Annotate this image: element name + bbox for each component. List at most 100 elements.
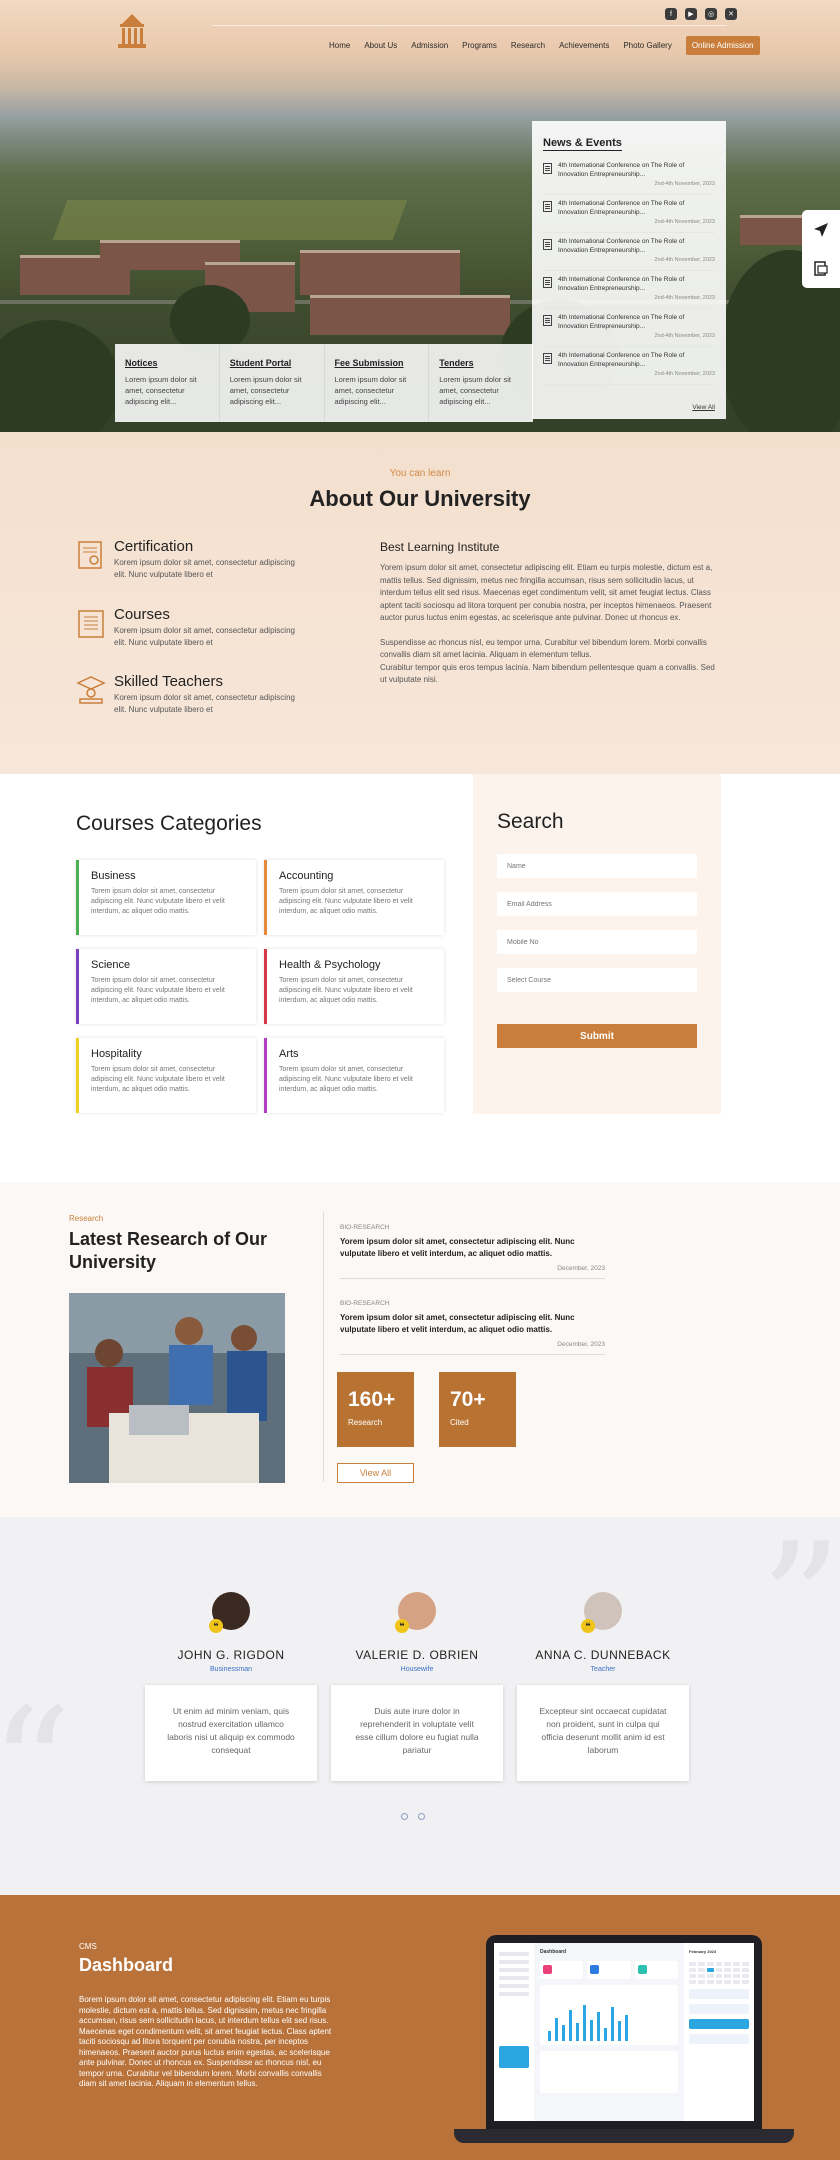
dashboard-screenshot: Dashboard February 2023 [494,1943,754,2121]
nav-achievements[interactable]: Achievements [559,41,609,50]
news-item[interactable]: 4th International Conference on The Role… [543,275,715,309]
quote-mark-icon: ” [760,1508,840,1695]
dashboard-title: Dashboard [79,1955,174,1975]
search-title: Search [497,810,564,833]
document-icon [543,277,552,288]
quick-link-tenders[interactable]: Tenders Lorem ipsum dolor sit amet, conse… [429,344,533,422]
name-input[interactable] [497,854,697,878]
course-card-accounting[interactable]: Accounting Torem ipsum dolor sit amet, co… [264,860,444,935]
mock-table [540,2051,678,2093]
nav-research[interactable]: Research [511,41,545,50]
book-icon [78,610,104,638]
floating-actions [802,210,840,288]
research-photo [69,1293,285,1483]
research-kicker: Research [69,1214,104,1223]
mock-sidebar [494,1943,534,2121]
document-icon [543,163,552,174]
nav-photo-gallery[interactable]: Photo Gallery [623,41,671,50]
carousel-dot[interactable] [401,1813,408,1820]
avatar: ❝ [395,1592,436,1633]
testimonial-card: ❝ VALERIE D. OBRIEN Housewife Duis aute … [331,1592,503,1781]
send-icon[interactable] [802,210,840,249]
feature-certification: Certification Korem ipsum dolor sit amet… [76,538,296,581]
facebook-icon[interactable]: f [665,8,677,20]
mock-bar-chart [540,1985,678,2045]
mock-main: Dashboard [534,1943,684,2121]
quote-badge-icon: ❝ [395,1619,409,1633]
research-article[interactable]: BIO-RESEARCH Yorem ipsum dolor sit amet,… [340,1224,605,1279]
youtube-icon[interactable]: ▶ [685,8,697,20]
certificate-icon [78,541,102,569]
mobile-input[interactable] [497,930,697,954]
teacher-icon [76,676,106,704]
mock-calendar-panel: February 2023 [684,1943,754,2121]
avatar: ❝ [581,1592,622,1633]
hero-tree [0,320,120,432]
news-item[interactable]: 4th International Conference on The Role… [543,313,715,347]
course-card-business[interactable]: Business Torem ipsum dolor sit amet, cons… [76,860,256,935]
x-icon[interactable]: ✕ [725,8,737,20]
news-item[interactable]: 4th International Conference on The Role… [543,237,715,271]
nav-about-us[interactable]: About Us [364,41,397,50]
dashboard-kicker: CMS [79,1942,97,1951]
quote-mark-icon: “ [0,1687,72,1847]
about-title: About Our University [309,486,531,511]
news-item[interactable]: 4th International Conference on The Role… [543,161,715,195]
carousel-dot[interactable] [418,1813,425,1820]
hero-building [310,295,510,335]
about-subtitle: Best Learning Institute [380,540,500,554]
hero-field [52,200,408,240]
document-icon [543,201,552,212]
research-section: Research Latest Research of Our Universi… [0,1182,840,1517]
submit-button[interactable]: Submit [497,1024,697,1048]
quick-link-fee-submission[interactable]: Fee Submission Lorem ipsum dolor sit amet… [325,344,430,422]
avatar: ❝ [209,1592,250,1633]
quick-link-student-portal[interactable]: Student Portal Lorem ipsum dolor sit amet… [220,344,325,422]
research-view-all-button[interactable]: View All [337,1463,414,1483]
stat-research: 160+ Research [337,1372,414,1447]
course-card-science[interactable]: Science Torem ipsum dolor sit amet, conse… [76,949,256,1024]
document-icon [543,315,552,326]
dashboard-section: CMS Dashboard Borem ipsum dolor sit amet… [0,1895,840,2160]
about-kicker: You can learn [389,468,451,479]
feature-courses: Courses Korem ipsum dolor sit amet, cons… [76,606,296,649]
news-events-panel: News & Events 4th International Conferen… [532,121,726,419]
research-title: Latest Research of Our University [69,1229,268,1272]
dashboard-description: Borem ipsum dolor sit amet, consectetur … [79,1995,332,2088]
top-bar: f ▶ ◎ ✕ Home About Us Admission Programs… [0,0,840,60]
hero-section: f ▶ ◎ ✕ Home About Us Admission Programs… [0,0,840,432]
laptop-base [454,2129,794,2143]
document-icon [543,239,552,250]
nav-divider [212,25,727,26]
main-nav: Home About Us Admission Programs Researc… [329,36,760,55]
testimonials-section: “ ” ❝ JOHN G. RIGDON Businessman Ut enim… [0,1517,840,1895]
courses-title: Courses Categories [76,812,262,835]
search-form: Search Submit [473,774,721,1114]
news-view-all-link[interactable]: View All [692,404,715,411]
instagram-icon[interactable]: ◎ [705,8,717,20]
research-article[interactable]: BIO-RESEARCH Yorem ipsum dolor sit amet,… [340,1300,605,1355]
course-select[interactable] [497,968,697,992]
quick-links-bar: Notices Lorem ipsum dolor sit amet, conse… [115,344,533,422]
nav-admission[interactable]: Admission [411,41,448,50]
email-input[interactable] [497,892,697,916]
quote-badge-icon: ❝ [581,1619,595,1633]
course-card-health-psychology[interactable]: Health & Psychology Torem ipsum dolor sit… [264,949,444,1024]
nav-home[interactable]: Home [329,41,350,50]
quote-badge-icon: ❝ [209,1619,223,1633]
testimonial-card: ❝ ANNA C. DUNNEBACK Teacher Excepteur si… [517,1592,689,1781]
laptop-mockup: Dashboard February 2023 [454,1935,794,2143]
carousel-dots [401,1813,425,1820]
course-card-hospitality[interactable]: Hospitality Torem ipsum dolor sit amet, c… [76,1038,256,1113]
university-logo[interactable] [112,12,152,52]
nav-programs[interactable]: Programs [462,41,497,50]
news-item[interactable]: 4th International Conference on The Role… [543,351,715,385]
online-admission-button[interactable]: Online Admission [685,36,760,55]
news-title: News & Events [543,137,622,151]
about-body: Yorem ipsum dolor sit amet, consectetur … [380,563,715,684]
news-item[interactable]: 4th International Conference on The Role… [543,199,715,233]
document-download-icon[interactable] [802,249,840,288]
testimonial-card: ❝ JOHN G. RIGDON Businessman Ut enim ad … [145,1592,317,1781]
course-card-arts[interactable]: Arts Torem ipsum dolor sit amet, consecte… [264,1038,444,1113]
quick-link-notices[interactable]: Notices Lorem ipsum dolor sit amet, conse… [115,344,220,422]
